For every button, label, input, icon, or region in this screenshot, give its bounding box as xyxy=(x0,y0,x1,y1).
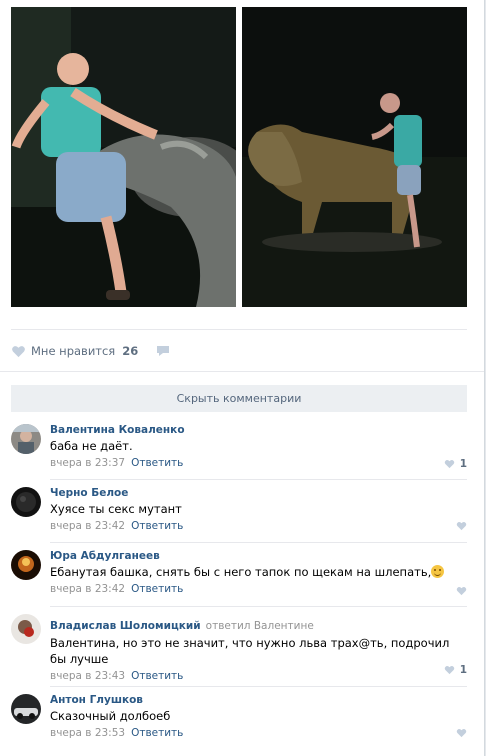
comment-like-count: 1 xyxy=(459,664,467,676)
comment-text: баба не даёт. xyxy=(50,439,133,453)
hide-comments-button[interactable]: Скрыть комментарии xyxy=(11,385,467,412)
comment-author[interactable]: Юра Абдулганеев xyxy=(50,550,467,562)
divider xyxy=(50,542,467,543)
comment-date[interactable]: вчера в 23:42 xyxy=(50,583,125,595)
share-icon[interactable] xyxy=(156,345,170,357)
reply-to-note[interactable]: ответил Валентине xyxy=(206,620,314,632)
comment-date[interactable]: вчера в 23:53 xyxy=(50,727,125,739)
comment: Антон Глушков Сказочный долбоеб вчера в … xyxy=(11,694,467,744)
avatar[interactable] xyxy=(11,550,41,580)
comment-author[interactable]: Владислав Шоломицкий xyxy=(50,620,201,632)
heart-icon xyxy=(12,345,25,357)
divider xyxy=(0,371,484,372)
photo-gallery xyxy=(11,7,467,307)
comment: Владислав Шоломицкий ответил Валентине В… xyxy=(11,614,467,682)
comment-date[interactable]: вчера в 23:42 xyxy=(50,520,125,532)
comment-like-button[interactable] xyxy=(456,728,467,738)
avatar[interactable] xyxy=(11,614,41,644)
reply-button[interactable]: Ответить xyxy=(131,457,183,469)
divider xyxy=(11,329,467,330)
photo-1[interactable] xyxy=(11,7,236,307)
comment-author[interactable]: Антон Глушков xyxy=(50,694,467,706)
heart-icon xyxy=(444,666,454,675)
comment-date[interactable]: вчера в 23:43 xyxy=(50,670,125,682)
post-actions: Мне нравится 26 xyxy=(11,340,170,362)
comment: Юра Абдулганеев Ебанутая башка, снять бы… xyxy=(11,550,467,600)
like-button[interactable]: Мне нравится 26 xyxy=(11,344,138,358)
comment: Валентина Коваленко баба не даёт. вчера … xyxy=(11,424,467,474)
reply-button[interactable]: Ответить xyxy=(131,583,183,595)
comment-date[interactable]: вчера в 23:37 xyxy=(50,457,125,469)
reply-button[interactable]: Ответить xyxy=(131,520,183,532)
comment-author[interactable]: Черно Белое xyxy=(50,487,467,499)
comment-text: Ебанутая башка, снять бы с него тапок по… xyxy=(50,564,467,580)
comment-like-count: 1 xyxy=(459,458,467,470)
heart-icon xyxy=(444,460,454,469)
comment-like-button[interactable]: 1 xyxy=(444,458,467,470)
avatar[interactable] xyxy=(11,424,41,454)
grin-emoji-icon xyxy=(431,565,445,578)
comment-text: Валентина, но это не значит, что нужно л… xyxy=(50,636,450,666)
heart-icon xyxy=(456,522,467,531)
comment: Черно Белое Хуясе ты секс мутант вчера в… xyxy=(11,487,467,537)
divider xyxy=(50,686,467,687)
reply-button[interactable]: Ответить xyxy=(131,670,183,682)
divider xyxy=(50,606,467,607)
heart-icon xyxy=(456,729,467,738)
comment-header: Владислав Шоломицкий ответил Валентине xyxy=(50,614,467,633)
comment-text: Хуясе ты секс мутант xyxy=(50,502,182,516)
avatar[interactable] xyxy=(11,487,41,517)
post-card: Мне нравится 26 Скрыть комментарии Вален… xyxy=(0,0,485,756)
like-label: Мне нравится xyxy=(31,344,116,358)
heart-icon xyxy=(456,587,467,596)
divider xyxy=(50,479,467,480)
like-count: 26 xyxy=(122,344,139,358)
comment-like-button[interactable] xyxy=(456,586,467,596)
avatar[interactable] xyxy=(11,694,41,724)
comment-author[interactable]: Валентина Коваленко xyxy=(50,424,467,436)
comment-like-button[interactable]: 1 xyxy=(444,664,467,676)
comment-text: Сказочный долбоеб xyxy=(50,709,171,723)
comment-like-button[interactable] xyxy=(456,521,467,531)
photo-2[interactable] xyxy=(242,7,467,307)
reply-button[interactable]: Ответить xyxy=(131,727,183,739)
